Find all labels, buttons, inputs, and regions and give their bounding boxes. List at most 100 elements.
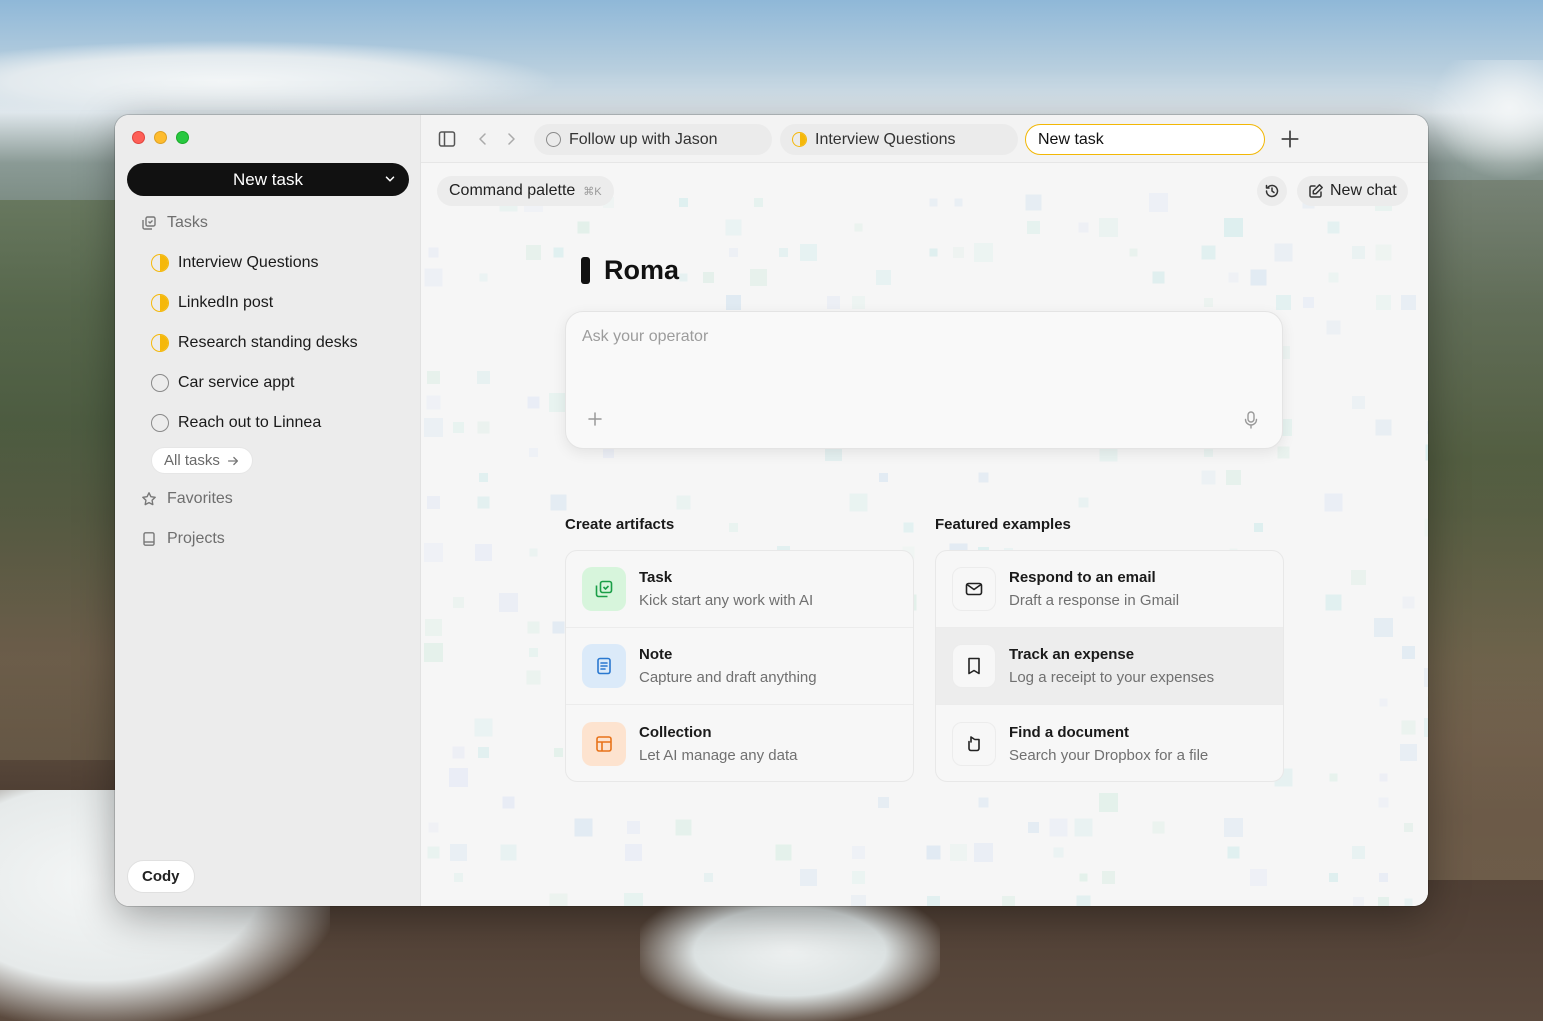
receipt-icon bbox=[952, 644, 996, 688]
decorative-pixel bbox=[978, 472, 989, 483]
decorative-pixel bbox=[479, 473, 488, 482]
decorative-pixel bbox=[1379, 698, 1388, 707]
decorative-pixel bbox=[625, 844, 642, 861]
decorative-pixel bbox=[428, 247, 439, 258]
featured-examples-heading: Featured examples bbox=[935, 516, 1071, 533]
add-tab-icon[interactable] bbox=[1279, 128, 1301, 150]
decorative-pixel bbox=[453, 422, 464, 433]
card-subtitle: Draft a response in Gmail bbox=[1009, 592, 1180, 609]
example-card-track-expense[interactable]: Track an expense Log a receipt to your e… bbox=[936, 628, 1283, 705]
decorative-pixel bbox=[1424, 718, 1428, 737]
decorative-pixel bbox=[1078, 497, 1089, 508]
decorative-pixel bbox=[1402, 596, 1415, 609]
example-card-find-document[interactable]: Find a document Search your Dropbox for … bbox=[936, 705, 1283, 781]
decorative-pixel bbox=[1427, 696, 1428, 709]
decorative-pixel bbox=[1152, 821, 1165, 834]
tab-interview-questions[interactable]: Interview Questions bbox=[780, 124, 1018, 155]
sidebar-toggle-icon[interactable] bbox=[437, 129, 457, 149]
artifact-card-collection[interactable]: Collection Let AI manage any data bbox=[566, 705, 913, 781]
example-card-respond-email[interactable]: Respond to an email Draft a response in … bbox=[936, 551, 1283, 628]
decorative-pixel bbox=[725, 219, 742, 236]
decorative-pixel bbox=[425, 619, 442, 636]
decorative-pixel bbox=[1379, 873, 1388, 882]
sidebar-task-item[interactable]: Interview Questions bbox=[151, 254, 319, 272]
artifact-card-note[interactable]: Note Capture and draft anything bbox=[566, 628, 913, 705]
chevron-down-icon[interactable] bbox=[383, 172, 397, 186]
dropbox-icon bbox=[952, 721, 996, 766]
command-palette-button[interactable]: Command palette ⌘K bbox=[437, 176, 614, 206]
new-chat-button[interactable]: New chat bbox=[1297, 176, 1408, 206]
history-button[interactable] bbox=[1257, 176, 1287, 206]
sidebar-task-item[interactable]: Car service appt bbox=[151, 374, 295, 392]
close-window-button[interactable] bbox=[132, 131, 145, 144]
command-palette-label: Command palette bbox=[449, 182, 576, 199]
tab-new-task[interactable]: New task bbox=[1025, 124, 1265, 155]
agent-name: Roma bbox=[604, 255, 680, 285]
history-icon bbox=[1265, 184, 1279, 198]
prompt-box bbox=[565, 311, 1283, 449]
decorative-pixel bbox=[852, 846, 865, 859]
decorative-pixel bbox=[1352, 846, 1365, 859]
decorative-pixel bbox=[1400, 744, 1417, 761]
new-chat-label: New chat bbox=[1330, 182, 1397, 199]
in-progress-status-icon bbox=[151, 254, 169, 272]
new-task-button[interactable]: New task bbox=[127, 163, 409, 196]
main-content: Follow up with Jason Interview Questions… bbox=[421, 115, 1428, 906]
tab-label: Interview Questions bbox=[815, 130, 956, 148]
decorative-pixel bbox=[1378, 797, 1389, 808]
decorative-pixel bbox=[529, 548, 538, 557]
decorative-pixel bbox=[1324, 493, 1343, 512]
decorative-pixel bbox=[500, 844, 517, 861]
tab-follow-up-with-jason[interactable]: Follow up with Jason bbox=[534, 124, 772, 155]
microphone-icon[interactable] bbox=[1242, 410, 1260, 430]
decorative-pixel bbox=[1352, 396, 1365, 409]
decorative-pixel bbox=[1376, 295, 1391, 310]
decorative-pixel bbox=[1427, 421, 1428, 434]
decorative-pixel bbox=[1102, 871, 1115, 884]
decorative-pixel bbox=[499, 593, 518, 612]
decorative-pixel bbox=[1425, 444, 1428, 461]
zoom-window-button[interactable] bbox=[176, 131, 189, 144]
decorative-pixel bbox=[529, 448, 538, 457]
decorative-pixel bbox=[624, 893, 643, 906]
decorative-pixel bbox=[1401, 720, 1416, 735]
task-icon bbox=[582, 567, 626, 611]
decorative-pixel bbox=[1375, 419, 1392, 436]
tasks-icon bbox=[142, 216, 156, 230]
decorative-pixel bbox=[1002, 896, 1015, 906]
decorative-pixel bbox=[1303, 297, 1314, 308]
minimize-window-button[interactable] bbox=[154, 131, 167, 144]
decorative-pixel bbox=[1374, 618, 1393, 637]
user-profile-button[interactable]: Cody bbox=[127, 860, 195, 893]
sidebar-section-projects[interactable]: Projects bbox=[141, 530, 225, 548]
decorative-pixel bbox=[929, 198, 938, 207]
card-title: Task bbox=[639, 569, 673, 586]
artifact-card-task[interactable]: Task Kick start any work with AI bbox=[566, 551, 913, 628]
user-name: Cody bbox=[142, 868, 180, 885]
compose-icon bbox=[1309, 184, 1323, 198]
decorative-pixel bbox=[704, 873, 713, 882]
add-attachment-icon[interactable] bbox=[586, 410, 604, 428]
decorative-pixel bbox=[1201, 470, 1216, 485]
agent-logo-icon bbox=[581, 257, 590, 284]
decorative-pixel bbox=[552, 621, 565, 634]
decorative-pixel bbox=[454, 873, 463, 882]
prompt-input[interactable] bbox=[582, 328, 1182, 346]
sidebar-task-item[interactable]: LinkedIn post bbox=[151, 294, 273, 312]
mail-icon bbox=[952, 567, 996, 611]
todo-status-icon bbox=[151, 374, 169, 392]
sidebar-task-item[interactable]: Research standing desks bbox=[151, 334, 358, 352]
sidebar-section-favorites[interactable]: Favorites bbox=[141, 490, 233, 508]
examples-list: Respond to an email Draft a response in … bbox=[935, 550, 1284, 782]
decorative-pixel bbox=[1204, 448, 1213, 457]
decorative-pixel bbox=[1401, 295, 1416, 310]
in-progress-status-icon bbox=[792, 132, 807, 147]
forward-arrow-icon[interactable] bbox=[501, 129, 521, 149]
sidebar-task-item[interactable]: Reach out to Linnea bbox=[151, 414, 321, 432]
back-arrow-icon[interactable] bbox=[473, 129, 493, 149]
all-tasks-button[interactable]: All tasks bbox=[151, 447, 253, 474]
sidebar-section-label: Tasks bbox=[167, 214, 208, 231]
sidebar-section-tasks[interactable]: Tasks bbox=[141, 214, 208, 232]
decorative-pixel bbox=[878, 797, 889, 808]
decorative-pixel bbox=[574, 818, 593, 837]
